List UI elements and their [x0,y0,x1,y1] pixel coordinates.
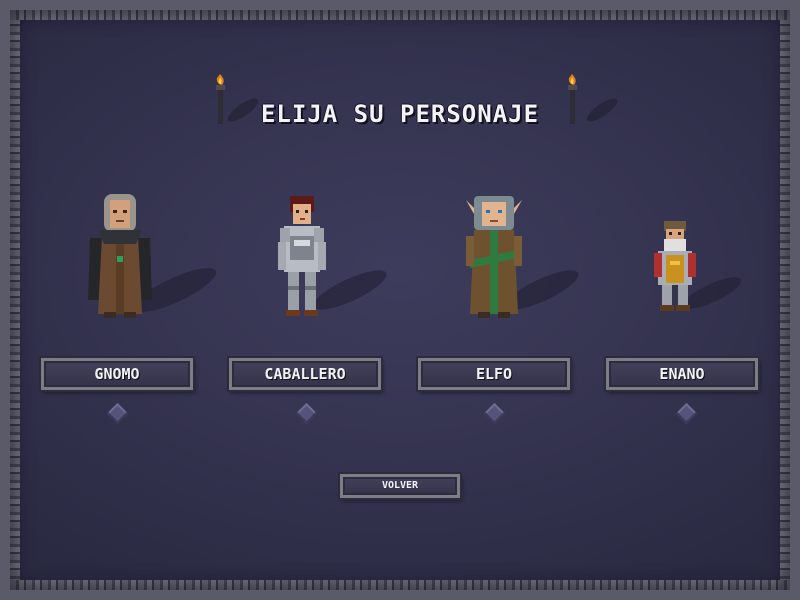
select-knight-button[interactable]: CABALLERO [227,356,383,392]
back-button[interactable]: VOLVER [338,472,462,500]
knight-sprite[interactable] [270,190,420,330]
elf-sprite[interactable] [460,190,610,330]
page-title: ELIJA SU PERSONAJE [260,100,540,128]
select-gnome-button[interactable]: GNOMO [39,356,195,392]
elf-diamond-icon[interactable] [483,402,506,425]
select-dwarf-button[interactable]: ENANO [604,356,760,392]
knight-diamond-icon[interactable] [295,402,318,425]
dwarf-diamond-icon[interactable] [675,402,698,425]
gnome-sprite[interactable] [80,190,230,330]
character-select-screen: ELIJA SU PERSONAJE GNOMO CABALLERO ELFO … [0,0,800,600]
select-elf-button[interactable]: ELFO [416,356,572,392]
dwarf-sprite[interactable] [650,215,800,355]
gnome-diamond-icon[interactable] [106,402,129,425]
